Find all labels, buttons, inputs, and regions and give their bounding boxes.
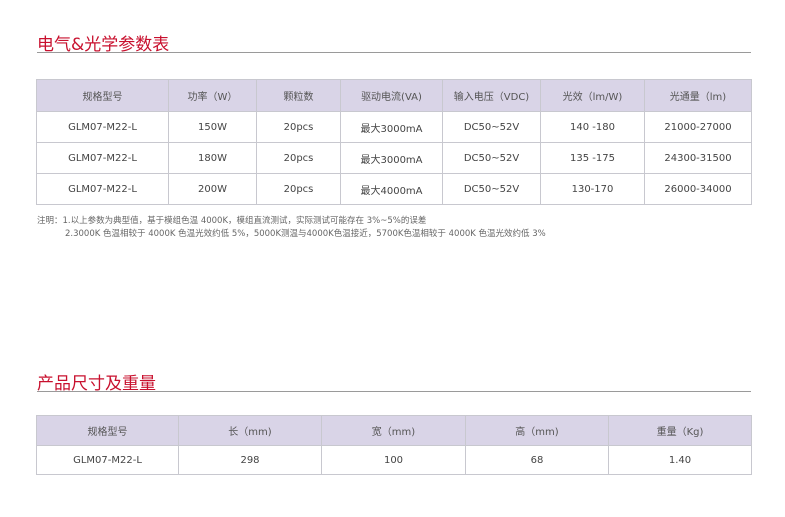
- header-model: 规格型号: [36, 415, 179, 446]
- header-chip-count: 颗粒数: [256, 79, 341, 112]
- table-header-row: 规格型号 长（mm) 宽（mm) 高（mm) 重量（Kg): [36, 415, 752, 446]
- header-power: 功率（W）: [168, 79, 257, 112]
- cell-length: 298: [178, 445, 322, 475]
- dimensions-weight-table: 规格型号 长（mm) 宽（mm) 高（mm) 重量（Kg) GLM07-M22-…: [36, 415, 752, 475]
- table-row: GLM07-M22-L 180W 20pcs 最大3000mA DC50~52V…: [36, 142, 752, 174]
- cell-drive-current: 最大3000mA: [340, 142, 443, 174]
- header-efficacy: 光效（lm/W): [540, 79, 645, 112]
- header-length: 长（mm): [178, 415, 322, 446]
- cell-width: 100: [321, 445, 466, 475]
- cell-chip-count: 20pcs: [256, 111, 341, 143]
- cell-model: GLM07-M22-L: [36, 173, 169, 205]
- cell-luminous-flux: 24300-31500: [644, 142, 752, 174]
- note-line-1: 注明：1.以上参数为典型值，基于模组色温 4000K，模组直流测试，实际测试可能…: [37, 216, 427, 226]
- cell-efficacy: 130-170: [540, 173, 645, 205]
- cell-model: GLM07-M22-L: [36, 111, 169, 143]
- cell-height: 68: [465, 445, 609, 475]
- cell-efficacy: 135 -175: [540, 142, 645, 174]
- table-row: GLM07-M22-L 200W 20pcs 最大4000mA DC50~52V…: [36, 173, 752, 205]
- header-input-voltage: 输入电压（VDC): [442, 79, 541, 112]
- table-row: GLM07-M22-L 298 100 68 1.40: [36, 445, 752, 475]
- cell-drive-current: 最大3000mA: [340, 111, 443, 143]
- cell-chip-count: 20pcs: [256, 173, 341, 205]
- table-row: GLM07-M22-L 150W 20pcs 最大3000mA DC50~52V…: [36, 111, 752, 143]
- cell-efficacy: 140 -180: [540, 111, 645, 143]
- cell-luminous-flux: 26000-34000: [644, 173, 752, 205]
- header-model: 规格型号: [36, 79, 169, 112]
- cell-drive-current: 最大4000mA: [340, 173, 443, 205]
- cell-power: 150W: [168, 111, 257, 143]
- cell-chip-count: 20pcs: [256, 142, 341, 174]
- header-drive-current: 驱动电流(VA): [340, 79, 443, 112]
- note-line-2: 2.3000K 色温相较于 4000K 色温光效约低 5%，5000K测温与40…: [65, 229, 546, 239]
- electrical-optical-table: 规格型号 功率（W） 颗粒数 驱动电流(VA) 输入电压（VDC) 光效（lm/…: [36, 79, 752, 205]
- cell-model: GLM07-M22-L: [36, 142, 169, 174]
- notes: 注明：1.以上参数为典型值，基于模组色温 4000K，模组直流测试，实际测试可能…: [37, 215, 546, 241]
- section-divider: [37, 391, 751, 392]
- cell-power: 200W: [168, 173, 257, 205]
- cell-input-voltage: DC50~52V: [442, 173, 541, 205]
- header-luminous-flux: 光通量（lm): [644, 79, 752, 112]
- cell-model: GLM07-M22-L: [36, 445, 179, 475]
- header-weight: 重量（Kg): [608, 415, 752, 446]
- header-height: 高（mm): [465, 415, 609, 446]
- cell-weight: 1.40: [608, 445, 752, 475]
- table-header-row: 规格型号 功率（W） 颗粒数 驱动电流(VA) 输入电压（VDC) 光效（lm/…: [36, 79, 752, 112]
- cell-input-voltage: DC50~52V: [442, 142, 541, 174]
- cell-power: 180W: [168, 142, 257, 174]
- cell-input-voltage: DC50~52V: [442, 111, 541, 143]
- cell-luminous-flux: 21000-27000: [644, 111, 752, 143]
- header-width: 宽（mm): [321, 415, 466, 446]
- section-divider: [37, 52, 751, 53]
